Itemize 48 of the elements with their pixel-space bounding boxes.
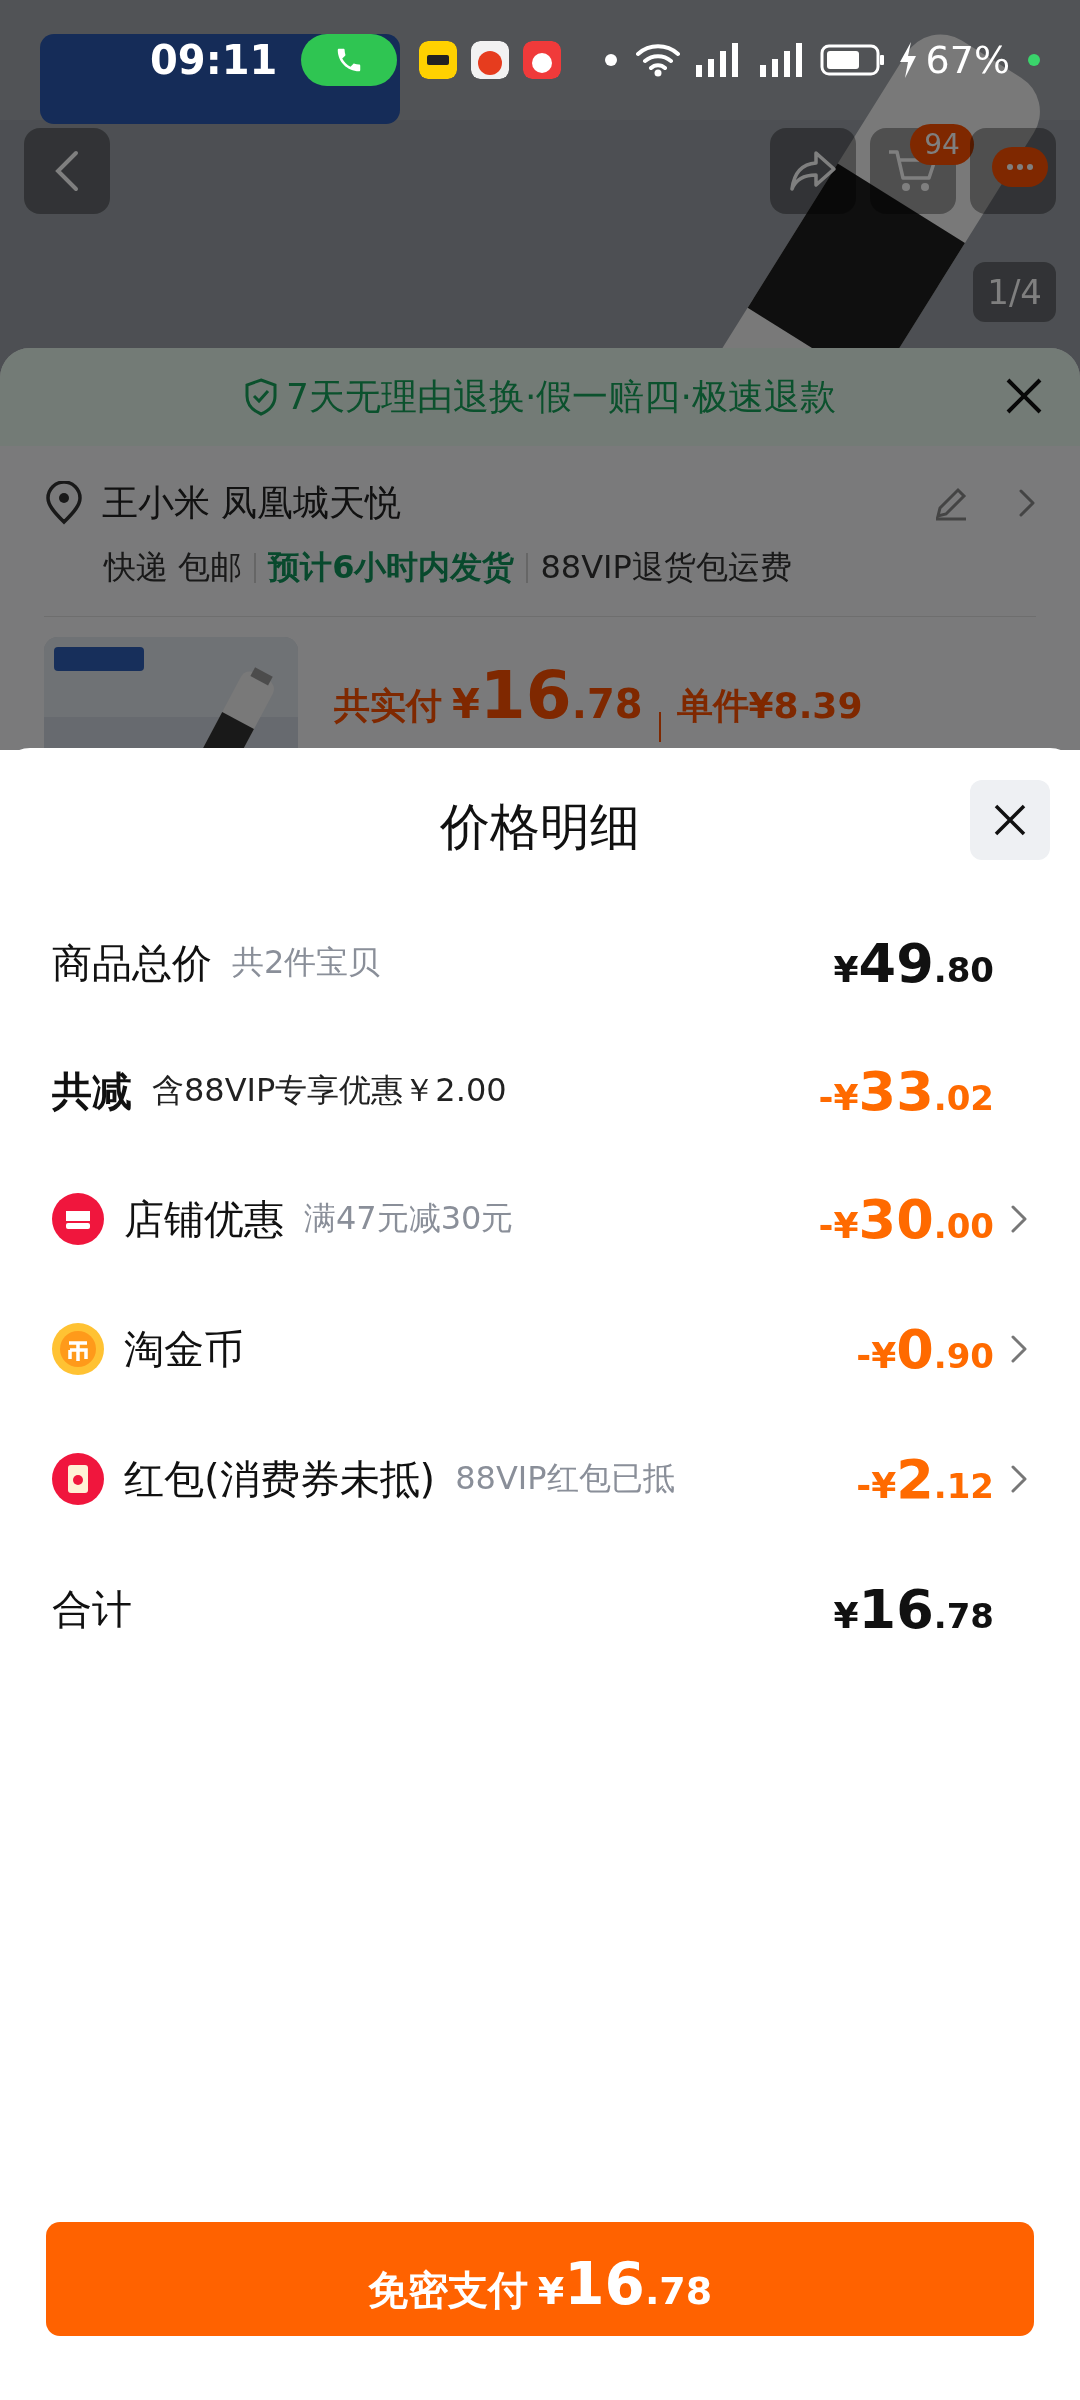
envelope-icon bbox=[52, 1453, 104, 1505]
charging-bolt-icon bbox=[897, 42, 918, 78]
price-label: 共减 bbox=[52, 1066, 132, 1116]
unit-price: 单件¥8.39 bbox=[676, 684, 863, 728]
price-note: 共2件宝贝 bbox=[232, 942, 381, 983]
price-label: 合计 bbox=[52, 1584, 132, 1634]
delivery-address: 王小米 凤凰城天悦 bbox=[102, 480, 402, 525]
location-pin-icon bbox=[44, 481, 84, 525]
shield-check-icon bbox=[244, 378, 279, 416]
price-amount: -¥30.00 bbox=[818, 1187, 994, 1251]
price-note: 含88VIP专享优惠￥2.00 bbox=[152, 1070, 507, 1111]
price-amount: -¥33.02 bbox=[818, 1059, 994, 1123]
delivery-info: 88VIP退货包运费 bbox=[540, 547, 792, 588]
price-amount: -¥2.12 bbox=[856, 1447, 994, 1511]
battery-icon bbox=[819, 44, 886, 76]
app-notification-icon bbox=[419, 41, 458, 79]
pay-button[interactable]: 免密支付 ¥16.78 bbox=[46, 2222, 1034, 2336]
chevron-right-icon[interactable] bbox=[1010, 1464, 1028, 1494]
share-icon bbox=[788, 149, 838, 193]
sheet-title: 价格明细 bbox=[440, 796, 640, 858]
wifi-icon bbox=[635, 42, 680, 78]
chevron-right-icon[interactable] bbox=[1010, 1204, 1028, 1234]
price-note: 满47元减30元 bbox=[304, 1198, 514, 1239]
chevron-right-icon[interactable] bbox=[1010, 1334, 1028, 1364]
coin-icon bbox=[52, 1323, 104, 1375]
price-note: 88VIP红包已抵 bbox=[455, 1458, 675, 1499]
app-notification-icon bbox=[471, 41, 510, 79]
delivery-info: 预计6小时内发货 bbox=[268, 547, 515, 588]
shop-icon bbox=[52, 1193, 104, 1245]
clock-time: 09:11 bbox=[150, 37, 278, 83]
guarantee-text: 7天无理由退换·假一赔四·极速退款 bbox=[286, 374, 836, 419]
total-paid-amount: ¥16.78 bbox=[452, 657, 643, 734]
price-label: 淘金币 bbox=[124, 1324, 244, 1374]
call-indicator[interactable] bbox=[301, 34, 398, 86]
delivery-info: 快递 包邮 bbox=[104, 547, 243, 588]
price-amount: ¥49.80 bbox=[833, 931, 994, 995]
price-label: 红包(消费券未抵) bbox=[124, 1454, 436, 1504]
total-paid-label: 共实付 bbox=[334, 684, 442, 728]
price-amount: ¥16.78 bbox=[833, 1577, 994, 1641]
price-amount: -¥0.90 bbox=[856, 1317, 994, 1381]
price-label: 商品总价 bbox=[52, 938, 212, 988]
close-icon bbox=[992, 802, 1028, 838]
battery-percentage: 67% bbox=[925, 38, 1010, 82]
price-label: 店铺优惠 bbox=[124, 1194, 284, 1244]
close-icon bbox=[1004, 376, 1044, 416]
app-notification-icon bbox=[523, 41, 562, 79]
close-button[interactable] bbox=[970, 780, 1050, 860]
chevron-right-icon bbox=[1018, 488, 1036, 518]
